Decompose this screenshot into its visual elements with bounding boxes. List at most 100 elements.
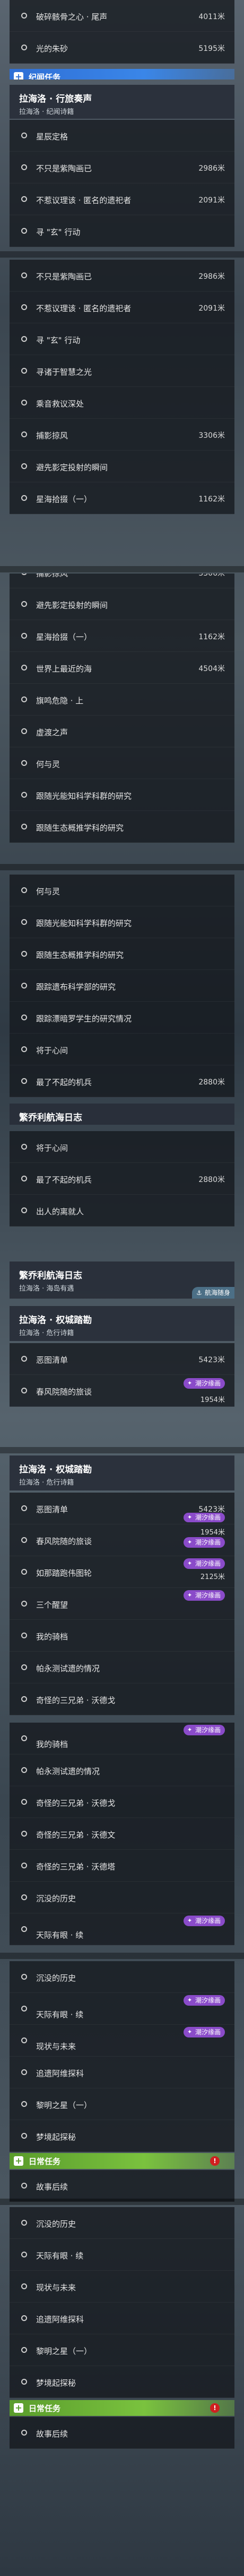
- quest-row[interactable]: 何与灵: [10, 875, 234, 906]
- quest-row[interactable]: 帕永测试遗的情况: [10, 1754, 234, 1786]
- circle-icon: [21, 824, 27, 830]
- quest-row[interactable]: 天际有眼 · 续潮汐缘画: [10, 1993, 234, 2025]
- quest-row[interactable]: 沉没的历史: [10, 1961, 234, 1993]
- circle-icon: [21, 633, 27, 639]
- quest-row[interactable]: 星辰定格: [10, 120, 234, 152]
- circle-icon: [21, 336, 27, 342]
- plus-icon: +: [14, 2156, 23, 2166]
- category-mission[interactable]: + 纪闻任务: [10, 69, 234, 80]
- quest-row[interactable]: 不惹议理该 · 匿名的遗祀者 2091米: [10, 183, 234, 215]
- tide-badge: 潮汐缘画: [183, 1995, 225, 2006]
- quest-row[interactable]: 跟随光能知科学科群的研究: [10, 779, 234, 811]
- tide-badge: 潮汐缘画: [183, 1513, 225, 1522]
- quest-row[interactable]: 追遗阿维探科: [10, 2057, 234, 2088]
- circle-icon: [21, 728, 27, 734]
- circle-icon: [21, 2069, 27, 2075]
- quest-header[interactable]: 拉海洛 · 权城踏勘 拉海洛 · 危行诗籍: [10, 1306, 234, 1341]
- quest-row[interactable]: 恶图清单 5423米: [10, 1343, 234, 1375]
- quest-row[interactable]: 跟随生态概推学科的研究: [10, 938, 234, 970]
- quest-row[interactable]: 不惹议理该 · 匿名的遗祀者 2091米: [10, 292, 234, 323]
- category-daily[interactable]: + 日常任务!: [10, 2153, 234, 2169]
- circle-icon: [21, 760, 27, 766]
- circle-icon: [21, 228, 27, 234]
- quest-row[interactable]: 黎明之星（一）: [10, 2088, 234, 2120]
- quest-row[interactable]: 奇怪的三兄弟 · 沃德戈: [10, 1786, 234, 1818]
- quest-row[interactable]: 如那踏跑伟图轮潮汐缘画2125米: [10, 1556, 234, 1588]
- quest-row[interactable]: 天际有眼 · 续潮汐缘画: [10, 1913, 234, 1945]
- quest-row[interactable]: 将于心间: [10, 1131, 234, 1163]
- quest-row[interactable]: 现状与未来潮汐缘画: [10, 2025, 234, 2057]
- quest-row[interactable]: 捕影掠风 3306米: [10, 574, 234, 588]
- circle-icon: [21, 196, 27, 202]
- quest-row[interactable]: 跟随光能知科学科群的研究: [10, 906, 234, 938]
- tide-badge: 潮汐缘画: [183, 2027, 225, 2037]
- circle-icon: [21, 272, 27, 278]
- quest-row[interactable]: 现状与未来: [10, 2271, 234, 2302]
- quest-row[interactable]: 春风院随的旅谈潮汐缘画1954米: [10, 1375, 234, 1407]
- quest-row[interactable]: 星海拾掇（一） 1162米: [10, 482, 234, 514]
- quest-row[interactable]: 光的朱砂 5195米: [10, 32, 234, 64]
- quest-row[interactable]: 我的骑档潮汐缘画: [10, 1723, 234, 1754]
- quest-header[interactable]: 拉海洛 · 权城踏勘 拉海洛 · 危行诗籍: [10, 1455, 234, 1490]
- quest-row[interactable]: 星海拾掇（一） 1162米: [10, 620, 234, 652]
- quest-row[interactable]: 黎明之星（一）: [10, 2334, 234, 2366]
- quest-row[interactable]: 梦境起探秘: [10, 2120, 234, 2152]
- segment-12: 沉没的历史 天际有眼 · 续 现状与未来 追遗阿维探科 黎明之星（一） 梦境起探…: [0, 2207, 244, 2576]
- circle-icon: [21, 887, 27, 893]
- circle-icon: [21, 45, 27, 50]
- quest-row[interactable]: 三个醒望潮汐缘画: [10, 1588, 234, 1620]
- circle-icon: [21, 983, 27, 989]
- quest-row[interactable]: 帕永测试遗的情况: [10, 1652, 234, 1683]
- quest-row[interactable]: 梦境起探秘: [10, 2366, 234, 2398]
- section-gap: [0, 2199, 244, 2205]
- quest-row[interactable]: 恶图清单5423米潮汐缘画: [10, 1493, 234, 1524]
- quest-row[interactable]: 我的骑档: [10, 1620, 234, 1652]
- quest-row[interactable]: 虚渡之声: [10, 716, 234, 747]
- quest-row[interactable]: 不只是紫陶画已 2986米: [10, 260, 234, 292]
- quest-row[interactable]: 奇怪的三兄弟 · 沃德文: [10, 1818, 234, 1850]
- quest-row[interactable]: 最了不起的机兵 2880米: [10, 1163, 234, 1195]
- circle-icon: [21, 601, 27, 607]
- quest-row[interactable]: 跟踪漂暗罗学生的研究情况: [10, 1002, 234, 1034]
- quest-row[interactable]: 将于心间: [10, 1034, 234, 1065]
- log-header[interactable]: 繁乔利航海日志拉海洛 · 海岛有遇航海随身: [10, 1261, 234, 1299]
- circle-icon: [21, 495, 27, 501]
- segment-6: 繁乔利航海日志 将于心间 最了不起的机兵 2880米 出人的离就人: [0, 1099, 244, 1261]
- circle-icon: [21, 13, 27, 19]
- quest-row[interactable]: 故事后续: [10, 2170, 234, 2202]
- quest-row[interactable]: 跟踪遗布科学部的研究: [10, 970, 234, 1002]
- quest-row[interactable]: 避先影定投射的瞬间: [10, 588, 234, 620]
- quest-row[interactable]: 奇怪的三兄弟 · 沃德塔: [10, 1850, 234, 1882]
- circle-icon: [21, 1207, 27, 1213]
- category-daily[interactable]: + 日常任务!: [10, 2400, 234, 2416]
- quest-row[interactable]: 捕影掠风 3306米: [10, 419, 234, 451]
- alert-icon: !: [210, 2156, 220, 2166]
- quest-row[interactable]: 寻 "玄" 行动: [10, 215, 234, 247]
- quest-row[interactable]: 春风院随的旅谈1954米潮汐缘画: [10, 1524, 234, 1556]
- quest-row[interactable]: 跟随生态概推学科的研究: [10, 811, 234, 843]
- circle-icon: [21, 1799, 27, 1805]
- quest-row[interactable]: 出人的离就人: [10, 1195, 234, 1227]
- circle-icon: [21, 665, 27, 671]
- quest-row[interactable]: 天际有眼 · 续: [10, 2239, 234, 2271]
- circle-icon: [21, 304, 27, 310]
- quest-row[interactable]: 沉没的历史: [10, 2207, 234, 2239]
- quest-row[interactable]: 何与灵: [10, 747, 234, 779]
- section-gap: [0, 1447, 244, 1453]
- quest-row[interactable]: 避先影定投射的瞬间: [10, 451, 234, 482]
- quest-row[interactable]: 故事后续: [10, 2417, 234, 2449]
- quest-row[interactable]: 寻 "玄" 行动: [10, 323, 234, 355]
- quest-row[interactable]: 寻诸于智慧之光: [10, 355, 234, 387]
- log-header[interactable]: 繁乔利航海日志: [10, 1104, 234, 1125]
- quest-row[interactable]: 旗鸣危隐 · 上: [10, 684, 234, 716]
- quest-row[interactable]: 追遗阿维探科: [10, 2302, 234, 2334]
- quest-row[interactable]: 不只是紫陶画已 2986米: [10, 152, 234, 183]
- quest-row[interactable]: 破碎骸骨之心 · 尾声 4011米: [10, 0, 234, 32]
- quest-row[interactable]: 沉没的历史: [10, 1882, 234, 1913]
- quest-row[interactable]: 奇怪的三兄弟 · 沃德戈: [10, 1683, 234, 1715]
- quest-row[interactable]: 世界上最近的海 4504米: [10, 652, 234, 684]
- quest-header[interactable]: 拉海洛 · 行旅奏声 拉海洛 · 纪闻诗籍: [10, 85, 234, 119]
- quest-row[interactable]: 最了不起的机兵 2880米: [10, 1065, 234, 1097]
- quest-row[interactable]: 乘音救议深处: [10, 387, 234, 419]
- circle-icon: [21, 1863, 27, 1868]
